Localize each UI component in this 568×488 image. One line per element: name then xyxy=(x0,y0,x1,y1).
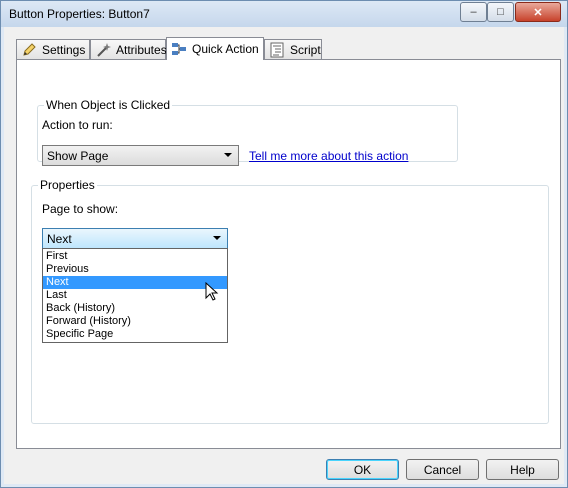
maximize-button[interactable]: □ xyxy=(487,2,514,22)
dropdown-option-previous[interactable]: Previous xyxy=(43,263,227,276)
dialog-client: Settings Attributes Quick Action Script … xyxy=(4,27,564,484)
pencil-icon xyxy=(21,42,37,58)
dropdown-option-next[interactable]: Next xyxy=(43,276,227,289)
wand-icon xyxy=(95,42,111,58)
tab-page-quick-action: When Object is Clicked Action to run: Sh… xyxy=(16,59,561,449)
help-button[interactable]: Help xyxy=(486,459,559,480)
ok-button[interactable]: OK xyxy=(326,459,399,480)
chevron-down-icon xyxy=(224,153,232,157)
page-dropdown[interactable]: Next xyxy=(42,228,228,249)
dialog-window: Button Properties: Button7 – □ ✕ Setting… xyxy=(0,0,568,488)
tab-quick-action-label: Quick Action xyxy=(192,42,259,56)
close-button[interactable]: ✕ xyxy=(515,2,561,22)
close-icon: ✕ xyxy=(533,6,543,19)
tab-attributes-label: Attributes xyxy=(116,42,167,57)
cancel-button[interactable]: Cancel xyxy=(406,459,479,480)
mouse-cursor-icon xyxy=(205,281,219,305)
flow-icon xyxy=(171,41,187,57)
title-bar[interactable]: Button Properties: Button7 – □ ✕ xyxy=(1,1,567,27)
when-clicked-group-label: When Object is Clicked xyxy=(44,98,173,112)
help-action-link[interactable]: Tell me more about this action xyxy=(249,149,408,163)
tab-attributes[interactable]: Attributes xyxy=(90,39,167,59)
dropdown-option-specific-page[interactable]: Specific Page xyxy=(43,328,227,341)
window-title: Button Properties: Button7 xyxy=(9,7,150,21)
dropdown-option-first[interactable]: First xyxy=(43,250,227,263)
properties-group-label: Properties xyxy=(38,178,97,192)
page-dropdown-value: Next xyxy=(47,231,72,246)
minimize-button[interactable]: – xyxy=(460,2,487,22)
action-dropdown-value: Show Page xyxy=(47,148,109,163)
action-label: Action to run: xyxy=(42,118,113,132)
minimize-icon: – xyxy=(470,6,477,18)
chevron-down-icon xyxy=(213,236,221,240)
dropdown-option-back[interactable]: Back (History) xyxy=(43,302,227,315)
page-dropdown-list: First Previous Next Last Back (History) … xyxy=(42,248,228,343)
script-icon xyxy=(269,42,285,58)
tab-script[interactable]: Script xyxy=(264,39,322,59)
tab-quick-action[interactable]: Quick Action xyxy=(166,37,264,60)
tab-settings[interactable]: Settings xyxy=(16,39,90,59)
action-dropdown[interactable]: Show Page xyxy=(42,145,239,166)
page-to-show-label: Page to show: xyxy=(42,202,119,216)
tab-script-label: Script xyxy=(290,42,321,57)
dropdown-option-forward[interactable]: Forward (History) xyxy=(43,315,227,328)
maximize-icon: □ xyxy=(497,6,504,18)
dropdown-option-last[interactable]: Last xyxy=(43,289,227,302)
tab-settings-label: Settings xyxy=(42,42,86,57)
